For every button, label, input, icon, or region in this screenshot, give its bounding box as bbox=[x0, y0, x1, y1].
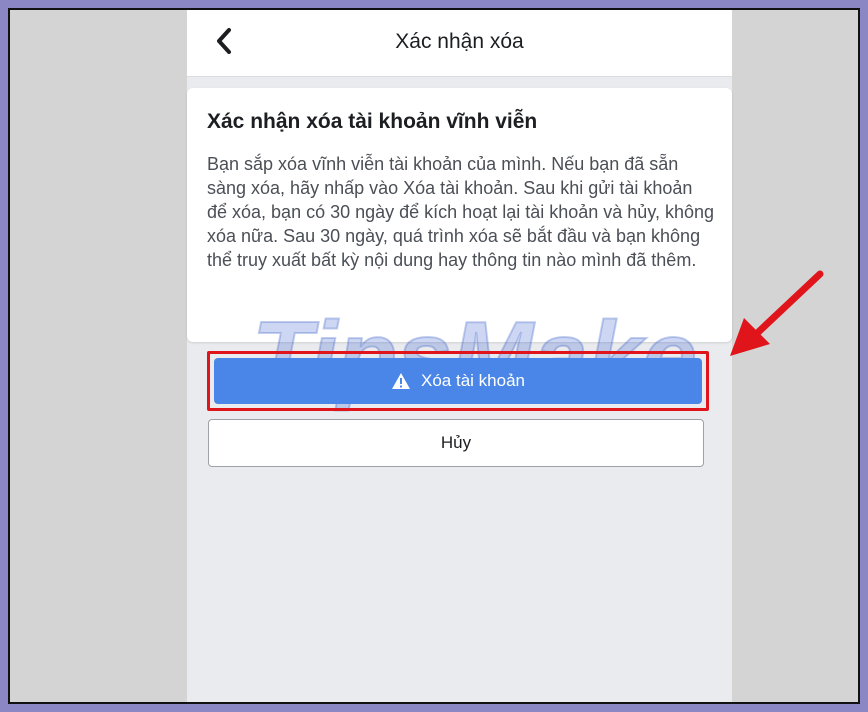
phone-screen: Xác nhận xóa Xác nhận xóa tài khoản vĩnh… bbox=[187, 10, 732, 702]
card-heading: Xác nhận xóa tài khoản vĩnh viễn bbox=[207, 110, 538, 133]
cancel-label: Hủy bbox=[440, 433, 472, 452]
card-body-text: Bạn sắp xóa vĩnh viễn tài khoản của mình… bbox=[207, 154, 715, 270]
confirmation-card: Xác nhận xóa tài khoản vĩnh viễn Bạn sắp… bbox=[187, 88, 732, 342]
cancel-button[interactable]: Hủy bbox=[208, 419, 704, 467]
delete-account-label: Xóa tài khoản bbox=[421, 371, 525, 390]
highlight-box: Xóa tài khoản bbox=[207, 351, 709, 411]
top-bar: Xác nhận xóa bbox=[187, 10, 732, 77]
warning-icon bbox=[391, 372, 411, 390]
red-arrow-annotation bbox=[730, 270, 824, 356]
delete-account-button[interactable]: Xóa tài khoản bbox=[214, 358, 702, 404]
screenshot-frame: Xác nhận xóa Xác nhận xóa tài khoản vĩnh… bbox=[8, 8, 860, 704]
page-title: Xác nhận xóa bbox=[395, 30, 524, 53]
